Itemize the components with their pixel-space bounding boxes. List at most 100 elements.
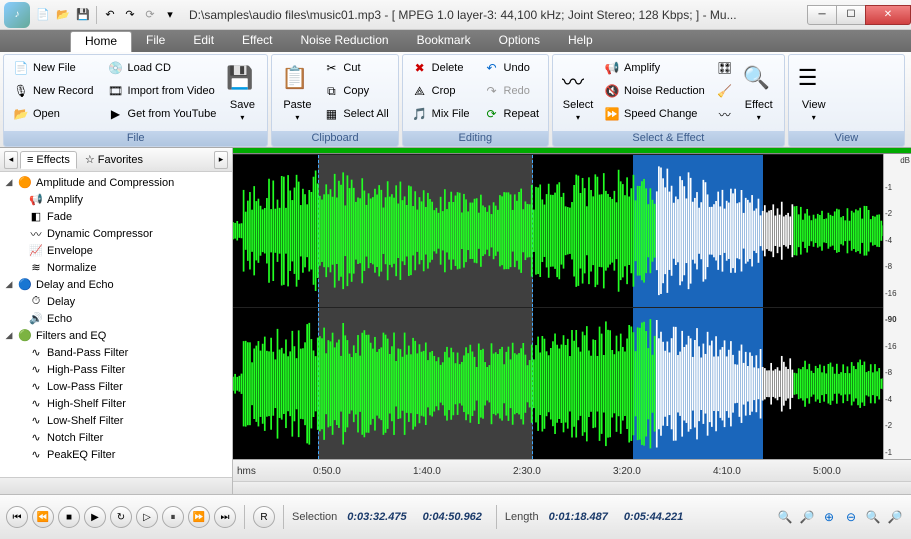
zoom-in-button[interactable]: 🔍 — [775, 507, 795, 527]
rewind-button[interactable]: ⏪ — [32, 506, 54, 528]
qat-open-icon[interactable]: 📂 — [54, 6, 72, 24]
tree-item-low-pass[interactable]: ∿Low-Pass Filter — [0, 378, 232, 395]
tree-item-delay[interactable]: ⏱Delay — [0, 293, 232, 310]
qat-dropdown-icon[interactable]: ▾ — [161, 6, 179, 24]
tab-help[interactable]: Help — [554, 30, 607, 52]
tab-options[interactable]: Options — [485, 30, 554, 52]
collapse-icon[interactable]: ◢ — [4, 177, 14, 188]
tab-edit[interactable]: Edit — [179, 30, 228, 52]
zoom-v-in-button[interactable]: 🔍 — [863, 507, 883, 527]
qat-new-icon[interactable]: 📄 — [34, 6, 52, 24]
collapse-icon[interactable]: ◢ — [4, 279, 14, 290]
import-video-button[interactable]: 🎞Import from Video — [103, 80, 222, 102]
tree-item-high-shelf[interactable]: ∿High-Shelf Filter — [0, 395, 232, 412]
zoom-out-button[interactable]: 🔎 — [797, 507, 817, 527]
tree-item-normalize[interactable]: ≋Normalize — [0, 259, 232, 276]
tab-home[interactable]: Home — [70, 31, 132, 52]
qat-undo-icon[interactable]: ↶ — [101, 6, 119, 24]
collapse-icon[interactable]: ◢ — [4, 330, 14, 341]
minimize-button[interactable]: ─ — [807, 5, 837, 25]
tree-item-fade[interactable]: ◧Fade — [0, 208, 232, 225]
tab-effect[interactable]: Effect — [228, 30, 286, 52]
redo-button[interactable]: ↷Redo — [479, 80, 544, 102]
undo-button[interactable]: ↶Undo — [479, 57, 544, 79]
import-video-label: Import from Video — [128, 85, 215, 97]
delete-button[interactable]: ✖Delete — [407, 57, 475, 79]
tab-noise-reduction[interactable]: Noise Reduction — [287, 30, 403, 52]
crop-button[interactable]: ⟁Crop — [407, 80, 475, 102]
amplify-button[interactable]: 📢Amplify — [599, 57, 710, 79]
tree-item-low-shelf[interactable]: ∿Low-Shelf Filter — [0, 412, 232, 429]
qat-redo-icon[interactable]: ↷ — [121, 6, 139, 24]
waveform-area: dB -1 -2 -4 -8 -16 -90 -16 -8 -4 -2 -1 h… — [233, 148, 911, 494]
qat-save-icon[interactable]: 💾 — [74, 6, 92, 24]
repeat-button[interactable]: ⟳Repeat — [479, 103, 544, 125]
fx-extra-3[interactable]: 〰 — [712, 103, 738, 125]
get-youtube-button[interactable]: ▶Get from YouTube — [103, 103, 222, 125]
sidebar-tab-effects[interactable]: ≡Effects — [20, 151, 77, 169]
zoom-fit-button[interactable]: ⊖ — [841, 507, 861, 527]
fx-extra-1[interactable]: 🎛 — [712, 57, 738, 79]
tree-item-peakeq[interactable]: ∿PeakEQ Filter — [0, 446, 232, 463]
tree-item-dynamic-compressor[interactable]: 〰Dynamic Compressor — [0, 225, 232, 242]
speed-change-button[interactable]: ⏩Speed Change — [599, 103, 710, 125]
selection-length-time[interactable]: 0:01:18.487 — [543, 511, 614, 523]
play-sel-button[interactable]: ▷ — [136, 506, 158, 528]
open-button[interactable]: 📂Open — [8, 103, 99, 125]
wave-track-left[interactable] — [233, 154, 911, 307]
sidebar-hscroll[interactable] — [0, 477, 232, 494]
fx-extra-2[interactable]: 🧹 — [712, 80, 738, 102]
tree-group-filters-eq[interactable]: ◢🟢Filters and EQ — [0, 327, 232, 344]
select-button[interactable]: 〰Select▾ — [557, 57, 599, 129]
time-ruler[interactable]: hms 0:50.0 1:40.0 2:30.0 3:20.0 4:10.0 5… — [233, 459, 911, 481]
tab-file[interactable]: File — [132, 30, 179, 52]
load-cd-button[interactable]: 💿Load CD — [103, 57, 222, 79]
go-start-button[interactable]: ⏮ — [6, 506, 28, 528]
new-record-button[interactable]: 🎙New Record — [8, 80, 99, 102]
play-button[interactable]: ▶ — [84, 506, 106, 528]
tree-item-notch[interactable]: ∿Notch Filter — [0, 429, 232, 446]
mix-file-button[interactable]: 🎵Mix File — [407, 103, 475, 125]
sidebar-nav-next[interactable]: ▸ — [214, 151, 228, 169]
close-button[interactable]: ✕ — [865, 5, 911, 25]
record-button[interactable]: R — [253, 506, 275, 528]
select-all-button[interactable]: ▦Select All — [318, 103, 393, 125]
play-loop-button[interactable]: ↻ — [110, 506, 132, 528]
effects-tree[interactable]: ◢🟠Amplitude and Compression 📢Amplify ◧Fa… — [0, 172, 232, 477]
star-icon: ☆ — [85, 153, 95, 166]
copy-button[interactable]: ⧉Copy — [318, 80, 393, 102]
stop-button[interactable]: ■ — [58, 506, 80, 528]
effect-button[interactable]: 🔍Effect▾ — [738, 57, 780, 129]
tree-item-band-pass[interactable]: ∿Band-Pass Filter — [0, 344, 232, 361]
tree-group-delay-echo[interactable]: ◢🔵Delay and Echo — [0, 276, 232, 293]
tab-bookmark[interactable]: Bookmark — [403, 30, 485, 52]
zoom-v-out-button[interactable]: 🔎 — [885, 507, 905, 527]
wave-track-right[interactable] — [233, 307, 911, 460]
group-label-view: View — [789, 131, 904, 146]
tree-item-high-pass[interactable]: ∿High-Pass Filter — [0, 361, 232, 378]
tree-item-envelope[interactable]: 📈Envelope — [0, 242, 232, 259]
waveform-canvas[interactable] — [233, 154, 911, 459]
tree-item-echo[interactable]: 🔊Echo — [0, 310, 232, 327]
tree-group-amplitude[interactable]: ◢🟠Amplitude and Compression — [0, 174, 232, 191]
paste-button[interactable]: 📋Paste▾ — [276, 57, 318, 129]
total-length-time[interactable]: 0:05:44.221 — [618, 511, 689, 523]
pause-button[interactable]: ⏸ — [162, 506, 184, 528]
qat-refresh-icon[interactable]: ⟳ — [141, 6, 159, 24]
selection-end-time[interactable]: 0:04:50.962 — [417, 511, 488, 523]
cut-button[interactable]: ✂Cut — [318, 57, 393, 79]
selection-start-time[interactable]: 0:03:32.475 — [341, 511, 412, 523]
forward-button[interactable]: ⏩ — [188, 506, 210, 528]
app-orb-button[interactable]: ♪ — [4, 2, 30, 28]
go-end-button[interactable]: ⏭ — [214, 506, 236, 528]
hscroll-strip[interactable] — [233, 481, 911, 494]
save-button[interactable]: 💾Save▾ — [221, 57, 263, 129]
noise-reduction-button[interactable]: 🔇Noise Reduction — [599, 80, 710, 102]
tree-item-amplify[interactable]: 📢Amplify — [0, 191, 232, 208]
sidebar-nav-prev[interactable]: ◂ — [4, 151, 18, 169]
view-button[interactable]: ☰View▾ — [793, 57, 835, 129]
zoom-sel-button[interactable]: ⊕ — [819, 507, 839, 527]
sidebar-tab-favorites[interactable]: ☆Favorites — [79, 151, 149, 168]
new-file-button[interactable]: 📄New File — [8, 57, 99, 79]
maximize-button[interactable]: ☐ — [836, 5, 866, 25]
